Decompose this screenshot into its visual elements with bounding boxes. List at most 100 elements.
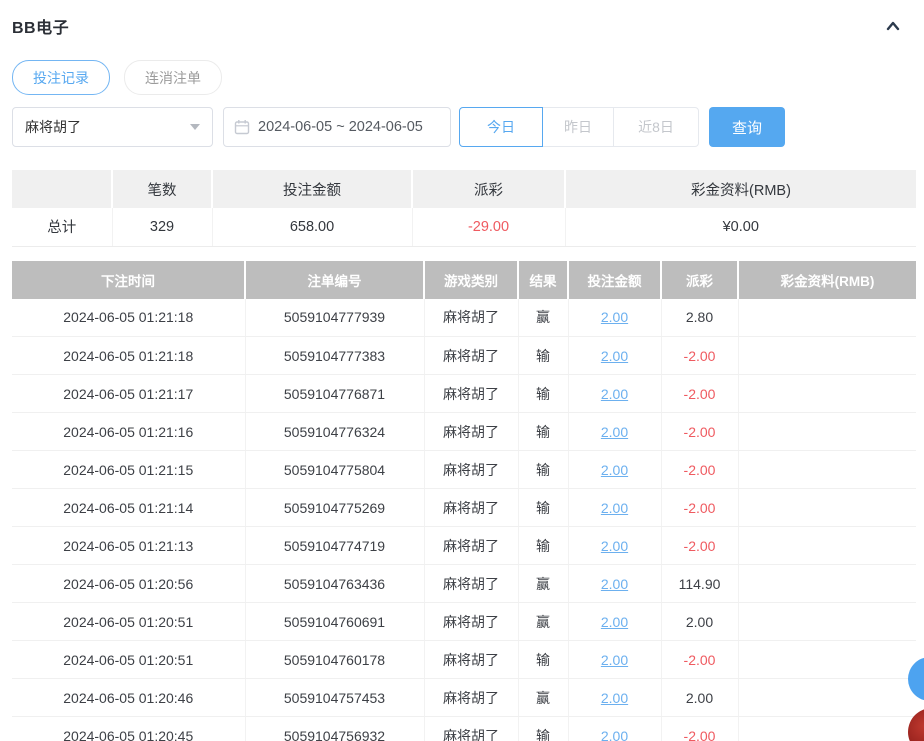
game-type-cell: 麻将胡了 <box>424 451 518 489</box>
order-no-cell: 5059104775269 <box>245 489 424 527</box>
bet-amount-cell: 2.00 <box>568 375 661 413</box>
table-row: 2024-06-05 01:20:51 5059104760178 麻将胡了 输… <box>12 641 916 679</box>
col-payout: 派彩 <box>661 261 738 299</box>
bet-amount-link[interactable]: 2.00 <box>601 576 628 592</box>
summary-total-row: 总计 329 658.00 -29.00 ¥0.00 <box>12 208 916 246</box>
game-type-cell: 麻将胡了 <box>424 641 518 679</box>
bet-amount-link[interactable]: 2.00 <box>601 348 628 364</box>
quick-date-label: 今日 <box>487 117 515 137</box>
bet-time-cell: 2024-06-05 01:21:18 <box>12 337 245 375</box>
quick-date-yesterday-button[interactable]: 昨日 <box>542 107 614 147</box>
quick-date-last8days-button[interactable]: 近8日 <box>613 107 699 147</box>
game-type-cell: 麻将胡了 <box>424 299 518 337</box>
payout-cell: -2.00 <box>661 451 738 489</box>
chevron-up-icon <box>884 17 902 35</box>
result-cell: 赢 <box>518 299 568 337</box>
order-no-cell: 5059104756932 <box>245 717 424 741</box>
tab-cancelled-orders[interactable]: 连消注单 <box>124 60 222 95</box>
table-row: 2024-06-05 01:21:18 5059104777383 麻将胡了 输… <box>12 337 916 375</box>
jackpot-cell <box>738 451 916 489</box>
bet-amount-cell: 2.00 <box>568 565 661 603</box>
summary-col-blank <box>12 170 112 208</box>
summary-col-payout: 派彩 <box>412 170 565 208</box>
bet-amount-link[interactable]: 2.00 <box>601 538 628 554</box>
bet-amount-link[interactable]: 2.00 <box>601 462 628 478</box>
bet-amount-cell: 2.00 <box>568 413 661 451</box>
bet-time-cell: 2024-06-05 01:20:56 <box>12 565 245 603</box>
table-row: 2024-06-05 01:21:16 5059104776324 麻将胡了 输… <box>12 413 916 451</box>
tab-label: 投注记录 <box>33 68 89 88</box>
game-type-cell: 麻将胡了 <box>424 717 518 741</box>
game-type-cell: 麻将胡了 <box>424 603 518 641</box>
result-cell: 输 <box>518 413 568 451</box>
game-select-value: 麻将胡了 <box>25 117 190 137</box>
search-button[interactable]: 查询 <box>709 107 785 147</box>
result-cell: 输 <box>518 489 568 527</box>
bet-amount-link[interactable]: 2.00 <box>601 614 628 630</box>
quick-date-label: 昨日 <box>564 117 592 137</box>
col-bet-amount: 投注金额 <box>568 261 661 299</box>
bet-amount-link[interactable]: 2.00 <box>601 309 628 325</box>
order-no-cell: 5059104760178 <box>245 641 424 679</box>
summary-total-label: 总计 <box>12 208 112 246</box>
result-cell: 输 <box>518 717 568 741</box>
col-result: 结果 <box>518 261 568 299</box>
result-cell: 输 <box>518 337 568 375</box>
table-row: 2024-06-05 01:20:56 5059104763436 麻将胡了 赢… <box>12 565 916 603</box>
game-type-cell: 麻将胡了 <box>424 565 518 603</box>
table-row: 2024-06-05 01:21:13 5059104774719 麻将胡了 输… <box>12 527 916 565</box>
bet-records-table: 下注时间 注单编号 游戏类别 结果 投注金额 派彩 彩金资料(RMB) 2024… <box>12 261 916 741</box>
table-row: 2024-06-05 01:20:51 5059104760691 麻将胡了 赢… <box>12 603 916 641</box>
bet-amount-link[interactable]: 2.00 <box>601 424 628 440</box>
bet-time-cell: 2024-06-05 01:21:14 <box>12 489 245 527</box>
result-cell: 赢 <box>518 603 568 641</box>
quick-date-today-button[interactable]: 今日 <box>459 107 543 147</box>
order-no-cell: 5059104776324 <box>245 413 424 451</box>
order-no-cell: 5059104757453 <box>245 679 424 717</box>
date-range-picker[interactable]: 2024-06-05 ~ 2024-06-05 <box>223 107 451 147</box>
bet-amount-link[interactable]: 2.00 <box>601 652 628 668</box>
bet-table-header-row: 下注时间 注单编号 游戏类别 结果 投注金额 派彩 彩金资料(RMB) <box>12 261 916 299</box>
payout-cell: 2.00 <box>661 603 738 641</box>
summary-col-jackpot: 彩金资料(RMB) <box>565 170 916 208</box>
summary-total-count: 329 <box>112 208 212 246</box>
payout-cell: -2.00 <box>661 717 738 741</box>
summary-header-row: 笔数 投注金额 派彩 彩金资料(RMB) <box>12 170 916 208</box>
result-cell: 赢 <box>518 679 568 717</box>
summary-total-jackpot: ¥0.00 <box>565 208 916 246</box>
bet-amount-link[interactable]: 2.00 <box>601 728 628 741</box>
tab-bet-records[interactable]: 投注记录 <box>12 60 110 95</box>
game-type-cell: 麻将胡了 <box>424 489 518 527</box>
game-select[interactable]: 麻将胡了 <box>12 107 213 147</box>
result-cell: 赢 <box>518 565 568 603</box>
order-no-cell: 5059104774719 <box>245 527 424 565</box>
col-jackpot: 彩金资料(RMB) <box>738 261 916 299</box>
bet-amount-cell: 2.00 <box>568 489 661 527</box>
table-row: 2024-06-05 01:21:14 5059104775269 麻将胡了 输… <box>12 489 916 527</box>
order-no-cell: 5059104763436 <box>245 565 424 603</box>
game-type-cell: 麻将胡了 <box>424 337 518 375</box>
jackpot-cell <box>738 717 916 741</box>
jackpot-cell <box>738 299 916 337</box>
tab-label: 连消注单 <box>145 68 201 88</box>
payout-cell: -2.00 <box>661 375 738 413</box>
jackpot-cell <box>738 337 916 375</box>
collapse-panel-button[interactable] <box>882 15 904 37</box>
bet-amount-cell: 2.00 <box>568 641 661 679</box>
jackpot-cell <box>738 565 916 603</box>
payout-cell: 2.80 <box>661 299 738 337</box>
bet-amount-link[interactable]: 2.00 <box>601 690 628 706</box>
bet-amount-link[interactable]: 2.00 <box>601 386 628 402</box>
summary-table: 笔数 投注金额 派彩 彩金资料(RMB) 总计 329 658.00 -29.0… <box>12 170 916 247</box>
bet-amount-cell: 2.00 <box>568 299 661 337</box>
payout-cell: -2.00 <box>661 641 738 679</box>
page-title: BB电子 <box>12 14 69 38</box>
payout-cell: 114.90 <box>661 565 738 603</box>
bet-amount-cell: 2.00 <box>568 337 661 375</box>
caret-down-icon <box>190 124 200 130</box>
bet-amount-link[interactable]: 2.00 <box>601 500 628 516</box>
payout-cell: -2.00 <box>661 337 738 375</box>
bet-time-cell: 2024-06-05 01:21:15 <box>12 451 245 489</box>
order-no-cell: 5059104777939 <box>245 299 424 337</box>
order-no-cell: 5059104775804 <box>245 451 424 489</box>
